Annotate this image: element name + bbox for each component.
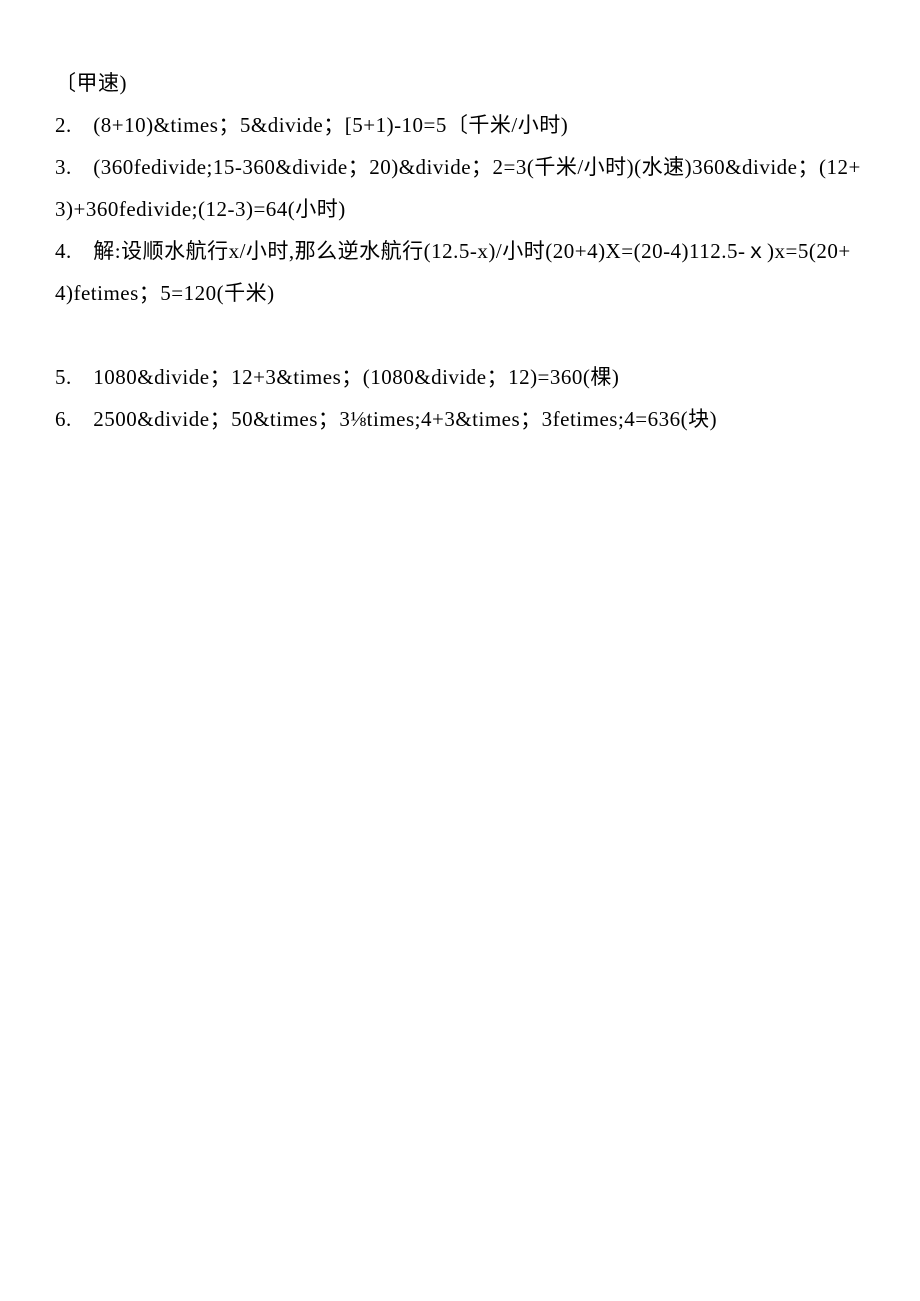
- document-body: 〔甲速) 2. (8+10)&times；5&divide；[5+1)-10=5…: [55, 62, 865, 440]
- line-4: 4. 解:设顺水航行x/小时,那么逆水航行(12.5-x)/小时(20+4)X=…: [55, 230, 865, 314]
- line-3: 3. (360fedivide;15-360&divide；20)&divide…: [55, 146, 865, 230]
- line-6: 6. 2500&divide；50&times；3⅛times;4+3&time…: [55, 398, 865, 440]
- line-5: 5. 1080&divide；12+3&times；(1080&divide；1…: [55, 356, 865, 398]
- line-2: 2. (8+10)&times；5&divide；[5+1)-10=5〔千米/小…: [55, 104, 865, 146]
- line-1: 〔甲速): [55, 62, 865, 104]
